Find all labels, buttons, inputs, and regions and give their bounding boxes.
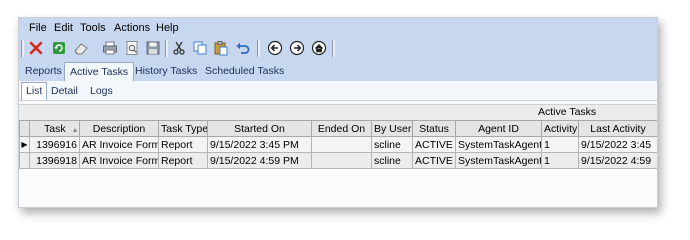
tab-active-tasks[interactable]: Active Tasks [64, 62, 135, 81]
main-tab-bar: Reports Active Tasks History Tasks Sched… [19, 60, 657, 81]
eraser-icon[interactable] [73, 40, 89, 56]
menu-help[interactable]: Help [156, 22, 179, 34]
cell-last-activity[interactable]: 9/15/2022 4:59 [578, 152, 657, 169]
sub-tab-bar: List Detail Logs [19, 81, 657, 101]
menu-tools[interactable]: Tools [80, 22, 106, 34]
column-header-task-type[interactable]: Task Type [158, 120, 208, 137]
active-tasks-grid: Task ▲ Description Task Type Started On E… [19, 120, 657, 169]
cut-icon[interactable] [171, 40, 187, 56]
cell-last-activity[interactable]: 9/15/2022 3:45 [578, 136, 657, 153]
menu-edit[interactable]: Edit [54, 22, 73, 34]
cell-activity[interactable]: 1 [541, 152, 579, 169]
toolbar-grip [21, 40, 24, 57]
column-header-agent-id[interactable]: Agent ID [455, 120, 542, 137]
toolbar-separator [332, 40, 335, 57]
cell-activity[interactable]: 1 [541, 136, 579, 153]
paste-icon[interactable] [213, 40, 229, 56]
toolbar-separator [165, 40, 168, 57]
cell-description[interactable]: AR Invoice Form [79, 136, 159, 153]
table-row[interactable]: 1396918 AR Invoice Form Report 9/15/2022… [19, 152, 657, 169]
cell-task[interactable]: 1396918 [29, 152, 80, 169]
row-selector[interactable] [19, 152, 30, 169]
save-icon[interactable] [145, 40, 161, 56]
copy-icon[interactable] [192, 40, 208, 56]
column-header-last-activity[interactable]: Last Activity [578, 120, 657, 137]
row-indicator-header [19, 120, 30, 137]
home-icon[interactable] [311, 40, 327, 56]
cell-status[interactable]: ACTIVE [412, 152, 456, 169]
tab-reports[interactable]: Reports [25, 65, 62, 77]
menu-actions[interactable]: Actions [114, 22, 150, 34]
cell-agent-id[interactable]: SystemTaskAgent [455, 152, 542, 169]
cell-task[interactable]: 1396916 [29, 136, 80, 153]
tab-list[interactable]: List [21, 82, 48, 100]
current-row-indicator-icon: ▶ [19, 136, 30, 153]
cell-task-type[interactable]: Report [158, 152, 208, 169]
back-icon[interactable] [267, 40, 283, 56]
cell-description[interactable]: AR Invoice Form [79, 152, 159, 169]
cell-ended-on[interactable] [311, 152, 372, 169]
cell-by-user[interactable]: scline [371, 136, 413, 153]
table-row[interactable]: ▶ 1396916 AR Invoice Form Report 9/15/20… [19, 136, 657, 153]
tab-scheduled-tasks[interactable]: Scheduled Tasks [205, 65, 284, 77]
print-icon[interactable] [102, 40, 118, 56]
grid-header-row: Task ▲ Description Task Type Started On E… [19, 120, 657, 137]
grid-title: Active Tasks [538, 106, 597, 118]
cell-task-type[interactable]: Report [158, 136, 208, 153]
application-window: File Edit Tools Actions Help Reports Act… [18, 17, 658, 208]
grid-title-bar: Active Tasks [19, 104, 657, 120]
menu-file[interactable]: File [29, 22, 47, 34]
column-header-started-on[interactable]: Started On [207, 120, 312, 137]
forward-icon[interactable] [289, 40, 305, 56]
column-header-status[interactable]: Status [412, 120, 456, 137]
column-header-ended-on[interactable]: Ended On [311, 120, 372, 137]
column-header-task[interactable]: Task ▲ [29, 120, 80, 137]
toolbar-separator [257, 40, 260, 57]
print-preview-icon[interactable] [124, 40, 140, 56]
cell-started-on[interactable]: 9/15/2022 3:45 PM [207, 136, 312, 153]
cell-by-user[interactable]: scline [371, 152, 413, 169]
undo-icon[interactable] [235, 40, 251, 56]
column-header-activity[interactable]: Activity [541, 120, 579, 137]
column-header-by-user[interactable]: By User [371, 120, 413, 137]
cell-ended-on[interactable] [311, 136, 372, 153]
column-header-description[interactable]: Description [79, 120, 159, 137]
refresh-icon[interactable] [51, 40, 67, 56]
cell-started-on[interactable]: 9/15/2022 4:59 PM [207, 152, 312, 169]
sort-ascending-icon: ▲ [71, 126, 79, 134]
cell-agent-id[interactable]: SystemTaskAgent [455, 136, 542, 153]
menu-bar: File Edit Tools Actions Help [19, 18, 657, 37]
close-icon[interactable] [28, 40, 44, 56]
tab-detail[interactable]: Detail [51, 85, 78, 97]
tab-logs[interactable]: Logs [90, 85, 113, 97]
cell-status[interactable]: ACTIVE [412, 136, 456, 153]
toolbar [19, 37, 657, 60]
tab-history-tasks[interactable]: History Tasks [135, 65, 197, 77]
